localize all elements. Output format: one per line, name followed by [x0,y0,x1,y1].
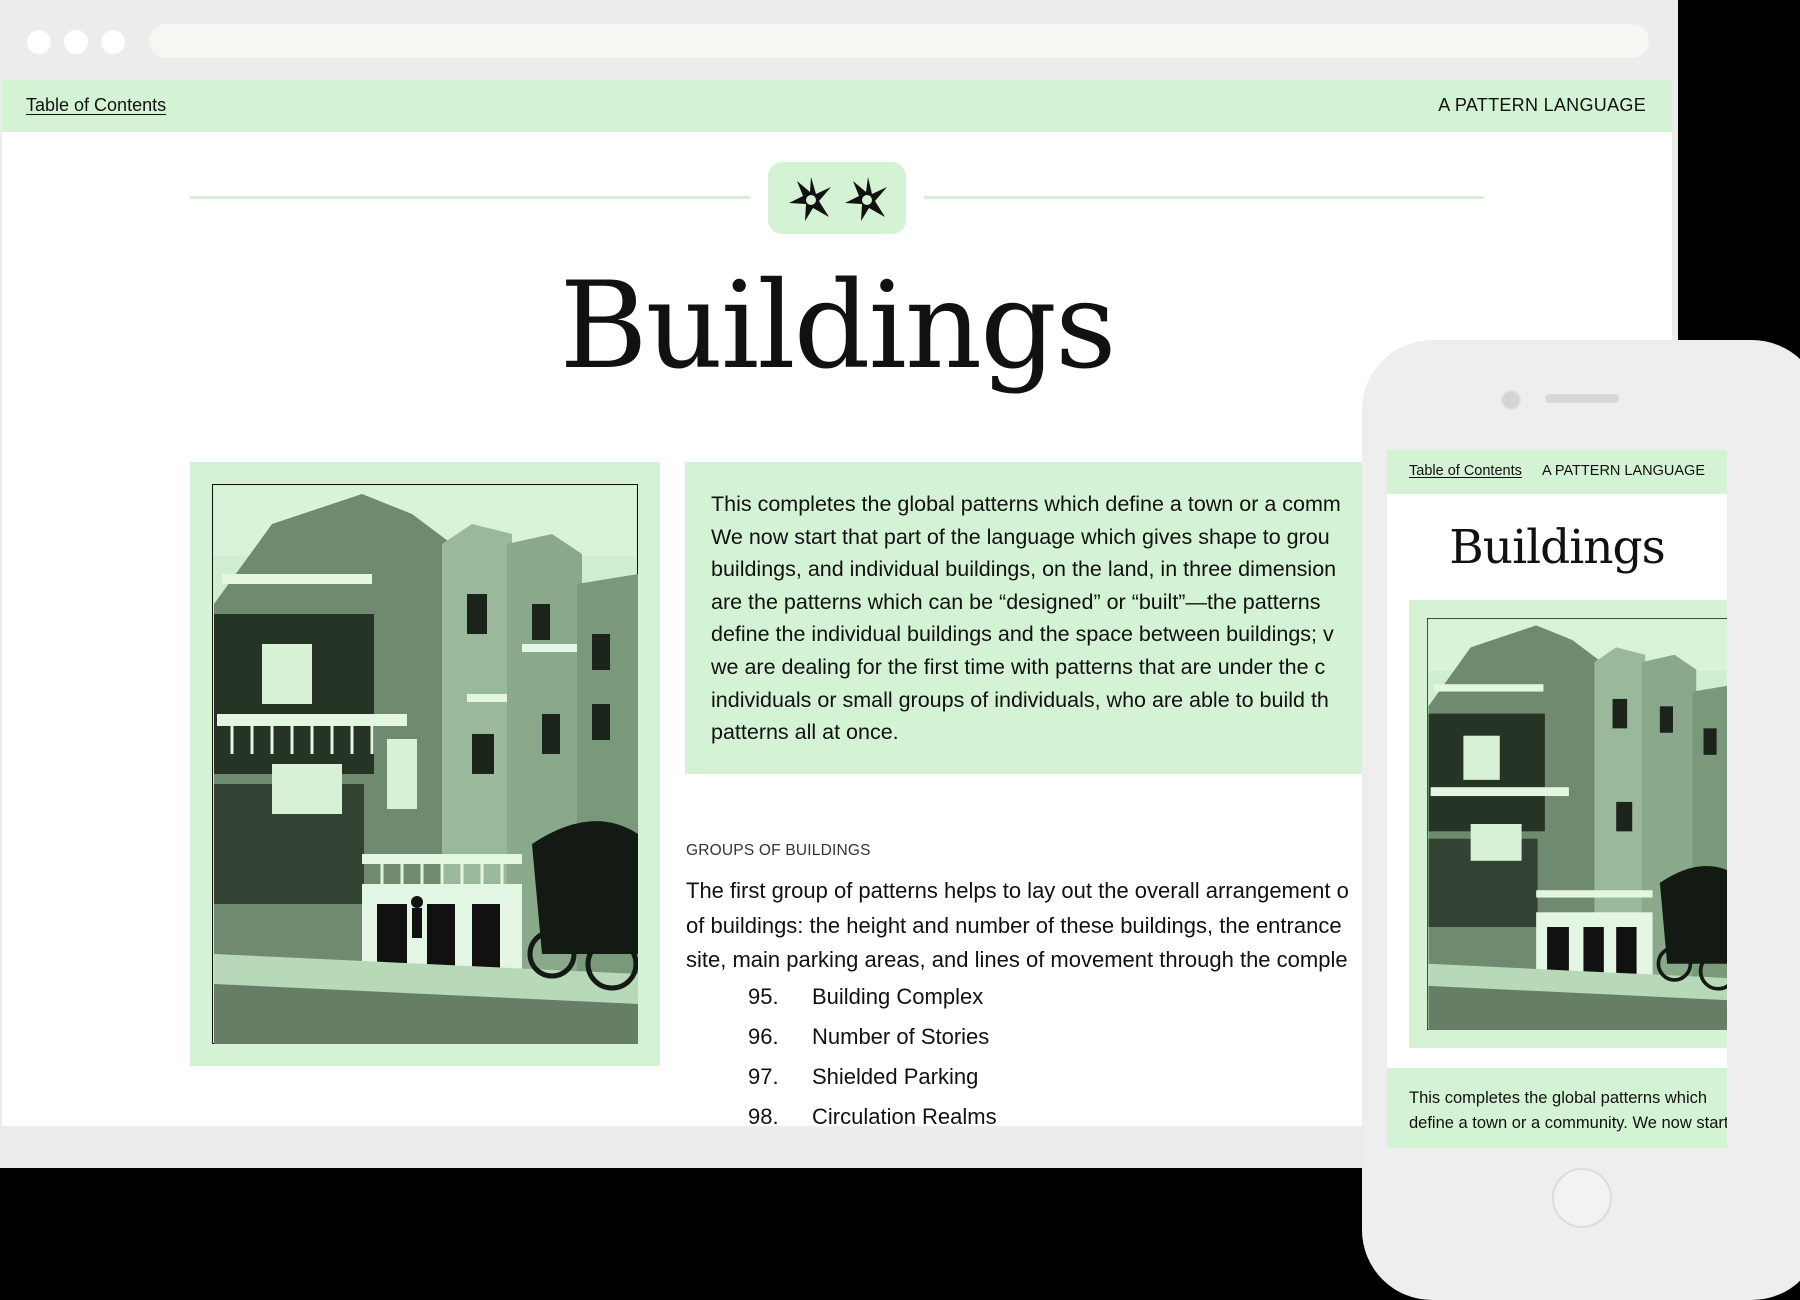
mobile-page-title: Buildings [1449,520,1665,575]
section-line: of buildings: the height and number of t… [686,912,1342,938]
intro-paragraph: This completes the global patterns which… [711,488,1401,749]
pattern-link[interactable]: Number of Stories [812,1024,989,1049]
front-camera [1501,390,1521,410]
mobile-intro-line: define a town or a community. We now sta… [1409,1114,1727,1132]
pattern-item[interactable]: 96. Number of Stories [748,1024,997,1064]
intro-line: We now start that part of the language w… [711,524,1330,549]
pattern-item[interactable]: 95. Building Complex [748,984,997,1024]
section-paragraph: The first group of patterns helps to lay… [686,874,1386,978]
pattern-link[interactable]: Building Complex [812,984,983,1009]
mobile-table-of-contents-link[interactable]: Table of Contents [1409,463,1522,479]
pattern-link[interactable]: Circulation Realms [812,1104,997,1126]
pattern-list: 95. Building Complex 96. Number of Stories… [748,984,997,1126]
intro-line: we are dealing for the first time with p… [711,654,1326,679]
section-line: site, main parking areas, and lines of m… [686,947,1348,972]
intro-line: This completes the global patterns which… [711,492,1341,516]
building-photo-frame [190,462,660,1066]
mobile-intro-callout: This completes the global patterns which… [1387,1068,1727,1148]
mobile-street-buildings-photo [1427,618,1727,1030]
intro-line: are the patterns which can be “designed”… [711,589,1321,614]
intro-line: define the individual buildings and the … [711,622,1334,647]
top-nav: Table of Contents A PATTERN LANGUAGE [2,80,1672,132]
pattern-number: 98. [748,1104,779,1126]
window-minimize-dot[interactable] [64,30,88,54]
title-divider-left [190,196,750,199]
phone-device: Table of Contents A PATTERN LANGUAGE Bui… [1362,340,1800,1300]
section-line: The first group of patterns helps to lay… [686,878,1349,903]
mobile-intro-line: This completes the global patterns which [1409,1089,1708,1107]
intro-line: individuals or small groups of individua… [711,687,1329,712]
mobile-top-nav: Table of Contents A PATTERN LANGUAGE [1387,450,1727,494]
window-close-dot[interactable] [27,30,51,54]
pattern-number: 97. [748,1064,779,1089]
pattern-rating-badge [768,162,906,234]
window-maximize-dot[interactable] [101,30,125,54]
table-of-contents-link[interactable]: Table of Contents [26,95,166,116]
earpiece-speaker [1545,394,1619,403]
mobile-viewport: Table of Contents A PATTERN LANGUAGE Bui… [1387,450,1727,1148]
site-brand[interactable]: A PATTERN LANGUAGE [1438,95,1646,116]
mobile-intro-paragraph: This completes the global patterns which… [1409,1086,1727,1136]
pattern-number: 96. [748,1024,779,1049]
pattern-number: 95. [748,984,779,1009]
street-buildings-photo [212,484,638,1044]
intro-line: buildings, and individual buildings, on … [711,557,1337,582]
mobile-site-brand[interactable]: A PATTERN LANGUAGE [1542,463,1705,479]
pattern-link[interactable]: Shielded Parking [812,1064,978,1089]
title-divider-right [924,196,1484,199]
mobile-photo-frame [1409,600,1727,1048]
address-bar[interactable] [149,24,1649,58]
two-asterisks-icon [789,177,887,221]
pattern-item[interactable]: 98. Circulation Realms [748,1104,997,1126]
intro-line: patterns all at once. [711,720,899,745]
home-button[interactable] [1552,1168,1612,1228]
section-heading: GROUPS OF BUILDINGS [686,842,871,859]
pattern-item[interactable]: 97. Shielded Parking [748,1064,997,1104]
